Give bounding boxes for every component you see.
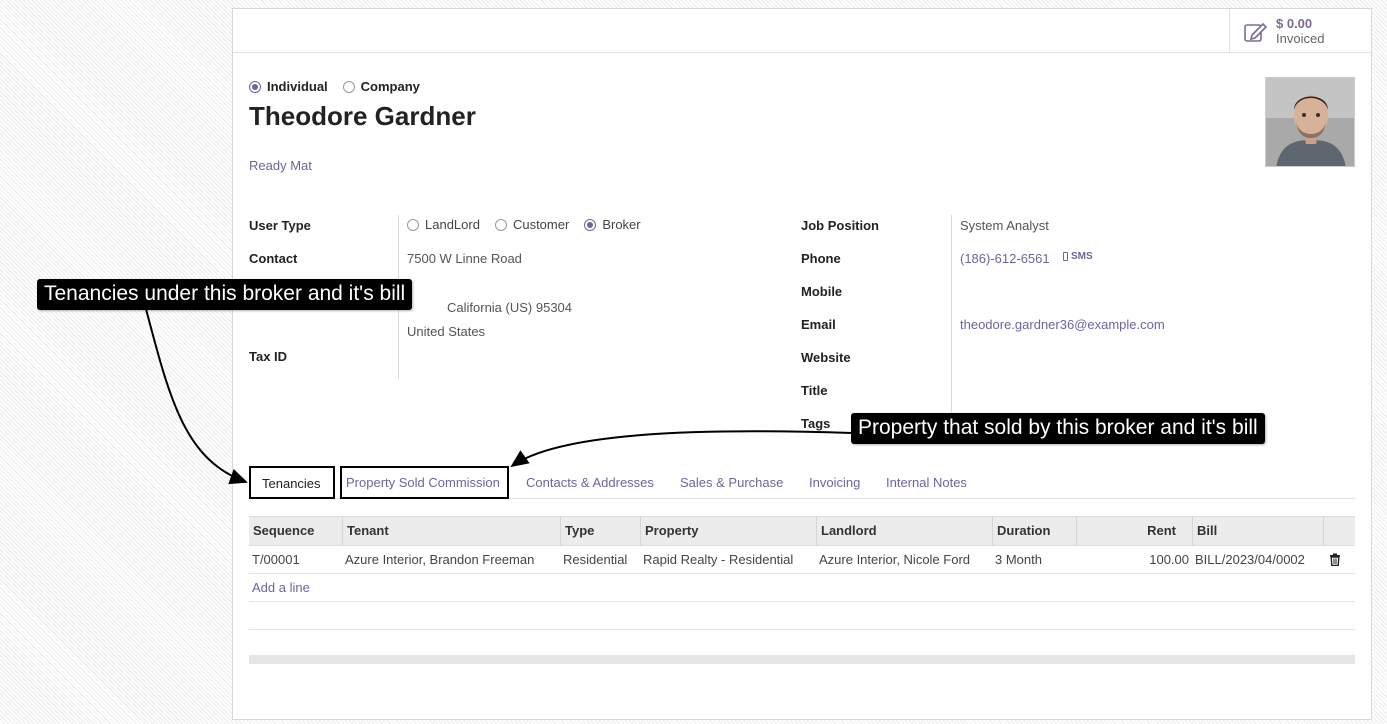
arrow-to-tenancies xyxy=(145,308,248,485)
arrow-to-property-sold xyxy=(510,430,853,468)
annotation-arrows xyxy=(145,308,853,485)
property-sold-callout: Property that sold by this broker and it… xyxy=(851,413,1265,444)
tenancies-callout: Tenancies under this broker and it's bil… xyxy=(37,279,413,310)
